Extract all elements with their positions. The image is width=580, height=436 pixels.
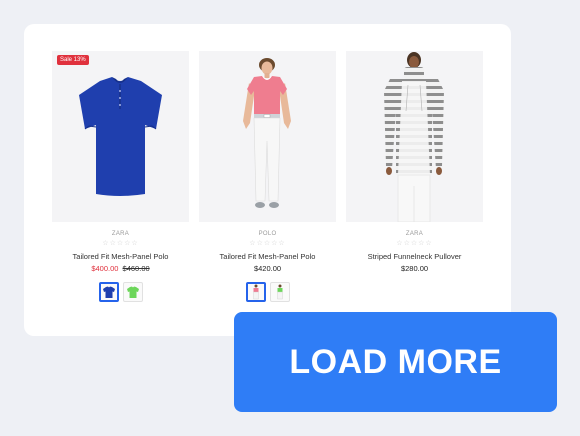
original-price: $460.00 <box>122 264 150 273</box>
product-card-2[interactable]: POLO ☆☆☆☆☆ Tailored Fit Mesh-Panel Polo … <box>199 51 336 302</box>
price: $420.00 <box>253 264 282 273</box>
swatch-green[interactable] <box>269 282 290 302</box>
rating-stars: ☆☆☆☆☆ <box>249 240 286 247</box>
swatch-green[interactable] <box>122 282 143 302</box>
product-image[interactable]: Sale 13% <box>52 51 189 222</box>
product-grid-card: Sale 13% ZARA ☆☆☆☆☆ Tailored Fit Mesh-Pa… <box>24 24 511 336</box>
product-title[interactable]: Tailored Fit Mesh-Panel Polo <box>199 252 336 261</box>
product-brand: ZARA <box>111 231 130 237</box>
rating-stars: ☆☆☆☆☆ <box>102 240 139 247</box>
product-image[interactable] <box>199 51 336 222</box>
price: $280.00 <box>400 264 429 273</box>
green-outfit-icon <box>276 284 283 300</box>
product-image[interactable] <box>346 51 483 222</box>
color-swatches <box>52 282 189 302</box>
pink-outfit-icon <box>252 284 259 300</box>
product-title[interactable]: Striped Funnelneck Pullover <box>346 252 483 261</box>
product-brand: ZARA <box>405 231 424 237</box>
model-striped-pullover-image <box>384 52 444 222</box>
rating-stars: ☆☆☆☆☆ <box>396 240 433 247</box>
sale-price: $400.00 <box>91 264 119 273</box>
color-swatches <box>199 282 336 302</box>
product-price: $400.00 $460.00 <box>52 264 189 273</box>
product-price: $420.00 <box>199 264 336 273</box>
product-price: $280.00 <box>346 264 483 273</box>
navy-shirt-icon <box>102 286 115 298</box>
product-brand: POLO <box>258 231 277 237</box>
navy-polo-shirt-image <box>79 77 162 196</box>
product-card-3[interactable]: ZARA ☆☆☆☆☆ Striped Funnelneck Pullover $… <box>346 51 483 273</box>
green-shirt-icon <box>126 286 139 298</box>
product-card-1[interactable]: Sale 13% ZARA ☆☆☆☆☆ Tailored Fit Mesh-Pa… <box>52 51 189 302</box>
model-pink-polo-image <box>243 58 291 208</box>
product-title[interactable]: Tailored Fit Mesh-Panel Polo <box>52 252 189 261</box>
load-more-button[interactable]: LOAD MORE <box>234 312 557 412</box>
sale-badge: Sale 13% <box>57 55 89 65</box>
swatch-navy[interactable] <box>98 282 119 302</box>
swatch-pink[interactable] <box>245 282 266 302</box>
